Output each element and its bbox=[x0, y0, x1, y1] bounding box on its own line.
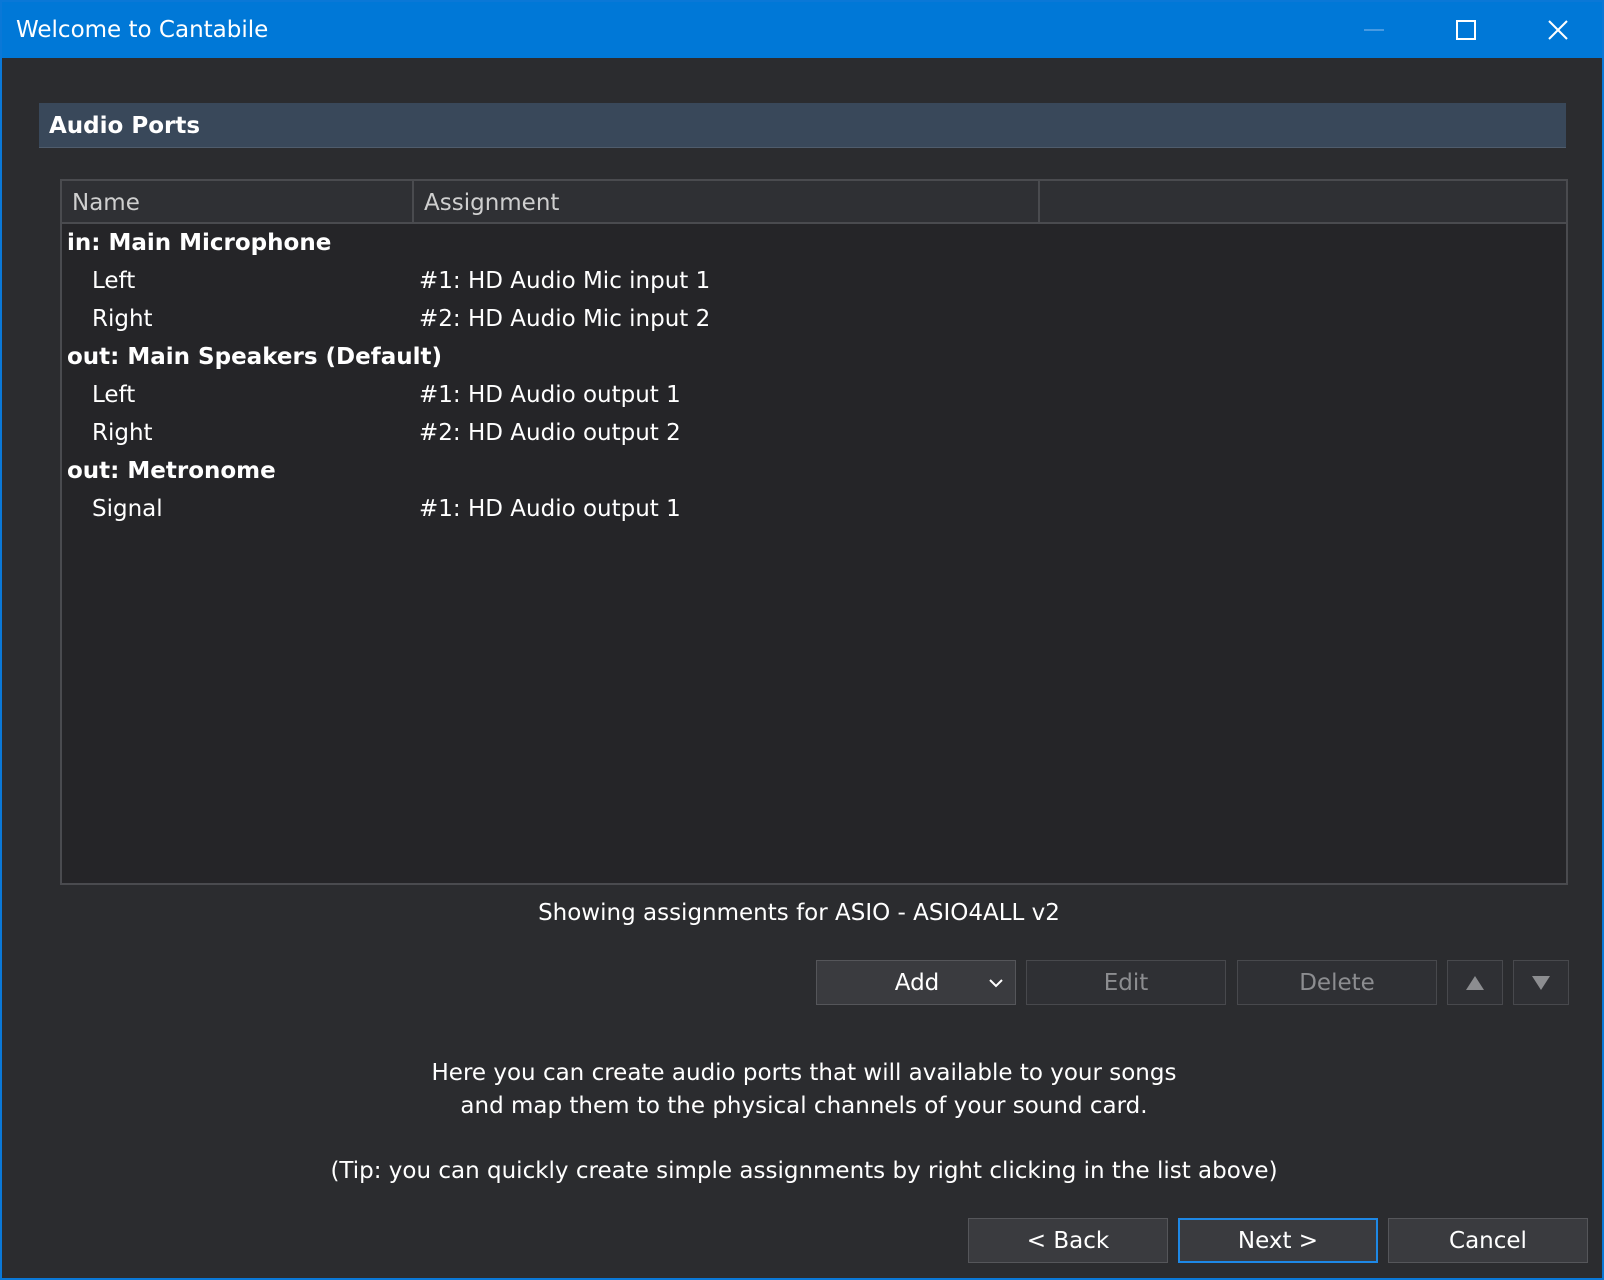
row-assignment: #1: HD Audio output 1 bbox=[419, 382, 681, 408]
list-item-group[interactable]: out: Metronome bbox=[62, 452, 1566, 490]
minimize-button[interactable] bbox=[1328, 2, 1420, 58]
status-label: Showing assignments for ASIO - ASIO4ALL … bbox=[538, 900, 1060, 926]
move-up-button[interactable] bbox=[1447, 960, 1503, 1005]
maximize-button[interactable] bbox=[1420, 2, 1512, 58]
cancel-button[interactable]: Cancel bbox=[1388, 1218, 1588, 1263]
title-bar[interactable]: Welcome to Cantabile bbox=[2, 2, 1602, 58]
minimize-icon bbox=[1364, 29, 1384, 31]
list-item-group[interactable]: out: Main Speakers (Default) bbox=[62, 338, 1566, 376]
add-dropdown-button[interactable]: Add bbox=[816, 960, 1016, 1005]
list-item-group[interactable]: in: Main Microphone bbox=[62, 224, 1566, 262]
row-assignment: #2: HD Audio Mic input 2 bbox=[419, 306, 711, 332]
audio-ports-list[interactable]: Name Assignment in: Main Microphone Left… bbox=[60, 179, 1568, 885]
list-item-channel[interactable]: Left #1: HD Audio output 1 bbox=[62, 376, 1566, 414]
list-item-channel[interactable]: Left #1: HD Audio Mic input 1 bbox=[62, 262, 1566, 300]
close-button[interactable] bbox=[1512, 2, 1604, 58]
column-header-name[interactable]: Name bbox=[62, 181, 414, 222]
window-title: Welcome to Cantabile bbox=[16, 17, 269, 43]
column-header-assignment[interactable]: Assignment bbox=[414, 181, 1040, 222]
list-item-channel[interactable]: Right #2: HD Audio Mic input 2 bbox=[62, 300, 1566, 338]
row-name: out: Metronome bbox=[67, 458, 276, 484]
wizard-window: Welcome to Cantabile Audio Ports Name As… bbox=[0, 0, 1604, 1280]
triangle-up-icon bbox=[1466, 975, 1484, 990]
row-assignment: #2: HD Audio output 2 bbox=[419, 420, 681, 446]
section-header: Audio Ports bbox=[39, 103, 1566, 148]
row-name: Right bbox=[92, 306, 153, 332]
delete-button[interactable]: Delete bbox=[1237, 960, 1437, 1005]
row-name: Left bbox=[92, 268, 136, 294]
back-button[interactable]: < Back bbox=[968, 1218, 1168, 1263]
section-title: Audio Ports bbox=[49, 113, 201, 139]
row-assignment: #1: HD Audio Mic input 1 bbox=[419, 268, 711, 294]
close-icon bbox=[1548, 20, 1568, 40]
move-down-button[interactable] bbox=[1513, 960, 1569, 1005]
list-item-channel[interactable]: Right #2: HD Audio output 2 bbox=[62, 414, 1566, 452]
row-name: Left bbox=[92, 382, 136, 408]
help-text-line: and map them to the physical channels of… bbox=[460, 1093, 1148, 1119]
row-assignment: #1: HD Audio output 1 bbox=[419, 496, 681, 522]
list-item-channel[interactable]: Signal #1: HD Audio output 1 bbox=[62, 490, 1566, 528]
tip-text: (Tip: you can quickly create simple assi… bbox=[330, 1158, 1278, 1184]
status-text: Showing assignments for ASIO - ASIO4ALL … bbox=[2, 898, 1604, 928]
list-header: Name Assignment bbox=[62, 181, 1566, 224]
column-header-extra[interactable] bbox=[1040, 181, 1566, 222]
row-name: Right bbox=[92, 420, 153, 446]
row-name: out: Main Speakers (Default) bbox=[67, 344, 443, 370]
next-button[interactable]: Next > bbox=[1178, 1218, 1378, 1263]
row-name: in: Main Microphone bbox=[67, 230, 332, 256]
row-name: Signal bbox=[92, 496, 163, 522]
edit-button[interactable]: Edit bbox=[1026, 960, 1226, 1005]
help-text-line: Here you can create audio ports that wil… bbox=[431, 1060, 1177, 1086]
chevron-down-icon bbox=[989, 979, 1003, 988]
triangle-down-icon bbox=[1532, 975, 1550, 990]
maximize-icon bbox=[1456, 20, 1476, 40]
list-rows: in: Main Microphone Left #1: HD Audio Mi… bbox=[62, 224, 1566, 528]
